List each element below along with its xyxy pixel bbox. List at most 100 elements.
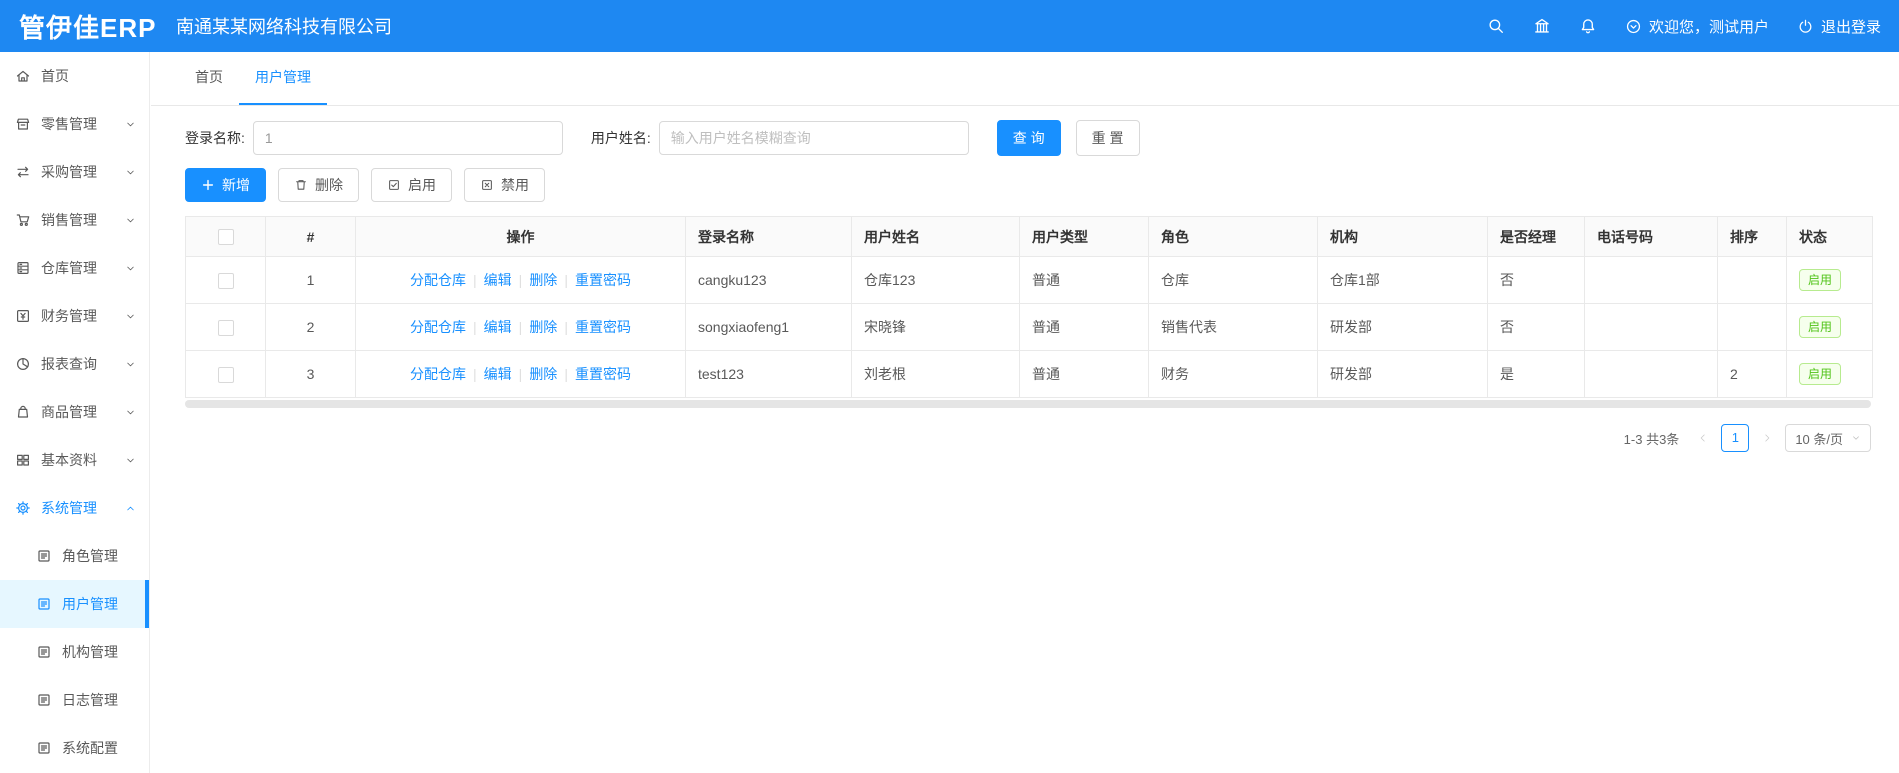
- row-checkbox[interactable]: [217, 366, 234, 383]
- col-type: 用户类型: [1019, 216, 1149, 257]
- pagination-total: 1-3 共3条: [1623, 431, 1680, 447]
- sidebar-item-log-mgmt[interactable]: 日志管理: [0, 676, 149, 724]
- sidebar: 首页 零售管理 采购管理 销售管理 仓库管理 财务管理 报表查询 商品管理 基本…: [0, 52, 150, 773]
- trash-icon: [296, 180, 306, 190]
- reset-password-link[interactable]: 重置密码: [575, 366, 631, 382]
- edit-link[interactable]: 编辑: [484, 319, 512, 335]
- delete-link[interactable]: 删除: [529, 366, 557, 382]
- horizontal-scrollbar[interactable]: [185, 400, 1871, 408]
- tab-user-mgmt[interactable]: 用户管理: [239, 52, 327, 105]
- user-table: # 操作 登录名称 用户姓名 用户类型 角色 机构 是否经理 电话号码 排序 状…: [185, 216, 1873, 398]
- sidebar-item-label: 采购管理: [41, 164, 97, 180]
- cell-phone: [1584, 303, 1718, 351]
- sidebar-item-purchase[interactable]: 采购管理: [0, 148, 149, 196]
- login-name-input[interactable]: [252, 121, 563, 155]
- cell-index: 2: [265, 303, 356, 351]
- chevron-down-icon: [127, 458, 134, 462]
- document-icon: [38, 598, 50, 610]
- row-checkbox[interactable]: [217, 272, 234, 289]
- cell-login: songxiaofeng1: [685, 303, 852, 351]
- sidebar-item-user-mgmt[interactable]: 用户管理: [0, 580, 149, 628]
- edit-link[interactable]: 编辑: [484, 366, 512, 382]
- sidebar-item-warehouse[interactable]: 仓库管理: [0, 244, 149, 292]
- power-icon: [1799, 19, 1812, 33]
- bell-icon[interactable]: [1579, 17, 1597, 35]
- cell-org: 仓库1部: [1317, 256, 1488, 304]
- login-name-label: 登录名称:: [185, 130, 245, 146]
- status-badge[interactable]: 启用: [1799, 315, 1842, 339]
- enable-button[interactable]: 启用: [371, 168, 452, 202]
- sidebar-item-label: 首页: [41, 68, 69, 84]
- sidebar-item-basedata[interactable]: 基本资料: [0, 436, 149, 484]
- edit-link[interactable]: 编辑: [484, 272, 512, 288]
- table-row: 2 分配仓库 | 编辑 | 删除 | 重置密码 songxiaofeng1 宋晓锋 普通 销…: [185, 303, 1873, 351]
- col-manager: 是否经理: [1487, 216, 1585, 257]
- cell-sort: [1717, 303, 1787, 351]
- delete-link[interactable]: 删除: [529, 319, 557, 335]
- chevron-down-icon: [127, 122, 134, 126]
- page-number[interactable]: 1: [1721, 424, 1750, 452]
- sidebar-item-org-mgmt[interactable]: 机构管理: [0, 628, 149, 676]
- page-size-select[interactable]: 10 条/页: [1785, 424, 1871, 452]
- col-sort: 排序: [1717, 216, 1787, 257]
- col-org: 机构: [1317, 216, 1488, 257]
- company-name: 南通某某网络科技有限公司: [176, 17, 392, 37]
- sidebar-item-goods[interactable]: 商品管理: [0, 388, 149, 436]
- database-icon: [17, 261, 29, 275]
- sidebar-item-reports[interactable]: 报表查询: [0, 340, 149, 388]
- bank-icon[interactable]: [1533, 17, 1551, 35]
- sidebar-item-sys-config[interactable]: 系统配置: [0, 724, 149, 772]
- disable-button[interactable]: 禁用: [464, 168, 545, 202]
- tab-home[interactable]: 首页: [179, 52, 239, 105]
- sidebar-item-home[interactable]: 首页: [0, 52, 149, 100]
- sidebar-item-label: 机构管理: [62, 644, 118, 660]
- delete-link[interactable]: 删除: [529, 272, 557, 288]
- sidebar-item-finance[interactable]: 财务管理: [0, 292, 149, 340]
- col-status: 状态: [1786, 216, 1873, 257]
- assign-warehouse-link[interactable]: 分配仓库: [410, 366, 466, 382]
- sidebar-item-role-mgmt[interactable]: 角色管理: [0, 532, 149, 580]
- search-icon[interactable]: [1487, 17, 1505, 35]
- chevron-down-icon: [1853, 436, 1859, 440]
- assign-warehouse-link[interactable]: 分配仓库: [410, 319, 466, 335]
- cell-org: 研发部: [1317, 350, 1488, 398]
- chevron-down-icon: [127, 218, 134, 222]
- sidebar-item-label: 系统配置: [62, 740, 118, 756]
- enable-button-label: 启用: [408, 177, 436, 193]
- col-role: 角色: [1148, 216, 1318, 257]
- logout-text: 退出登录: [1820, 18, 1881, 36]
- next-page-button[interactable]: [1757, 424, 1777, 452]
- status-badge[interactable]: 启用: [1799, 268, 1842, 292]
- row-checkbox[interactable]: [217, 319, 234, 336]
- cell-name: 仓库123: [851, 256, 1020, 304]
- cell-manager: 否: [1487, 303, 1585, 351]
- add-button[interactable]: 新增: [185, 168, 266, 202]
- status-badge[interactable]: 启用: [1799, 362, 1842, 386]
- welcome-user[interactable]: 欢迎您，测试用户: [1625, 16, 1769, 37]
- prev-page-button[interactable]: [1693, 424, 1713, 452]
- sidebar-item-sales[interactable]: 销售管理: [0, 196, 149, 244]
- link-separator: |: [518, 366, 523, 382]
- cell-sort: 2: [1717, 350, 1787, 398]
- cell-name: 宋晓锋: [851, 303, 1020, 351]
- query-button[interactable]: 查 询: [996, 120, 1061, 156]
- cell-phone: [1584, 350, 1718, 398]
- reset-password-link[interactable]: 重置密码: [575, 272, 631, 288]
- reset-button[interactable]: 重 置: [1075, 120, 1140, 156]
- cell-index: 3: [265, 350, 356, 398]
- add-button-label: 新增: [222, 177, 250, 193]
- reset-password-link[interactable]: 重置密码: [575, 319, 631, 335]
- close-square-icon: [482, 180, 492, 190]
- delete-button[interactable]: 删除: [278, 168, 359, 202]
- logout-button[interactable]: 退出登录: [1797, 16, 1881, 37]
- grid-icon: [16, 454, 30, 466]
- finance-icon: [16, 309, 30, 323]
- sidebar-item-system[interactable]: 系统管理: [0, 484, 149, 532]
- sidebar-item-label: 零售管理: [41, 116, 97, 132]
- cell-role: 销售代表: [1148, 303, 1318, 351]
- sidebar-item-label: 基本资料: [41, 452, 97, 468]
- select-all-checkbox[interactable]: [217, 229, 234, 246]
- assign-warehouse-link[interactable]: 分配仓库: [410, 272, 466, 288]
- user-name-input[interactable]: [658, 121, 969, 155]
- sidebar-item-retail[interactable]: 零售管理: [0, 100, 149, 148]
